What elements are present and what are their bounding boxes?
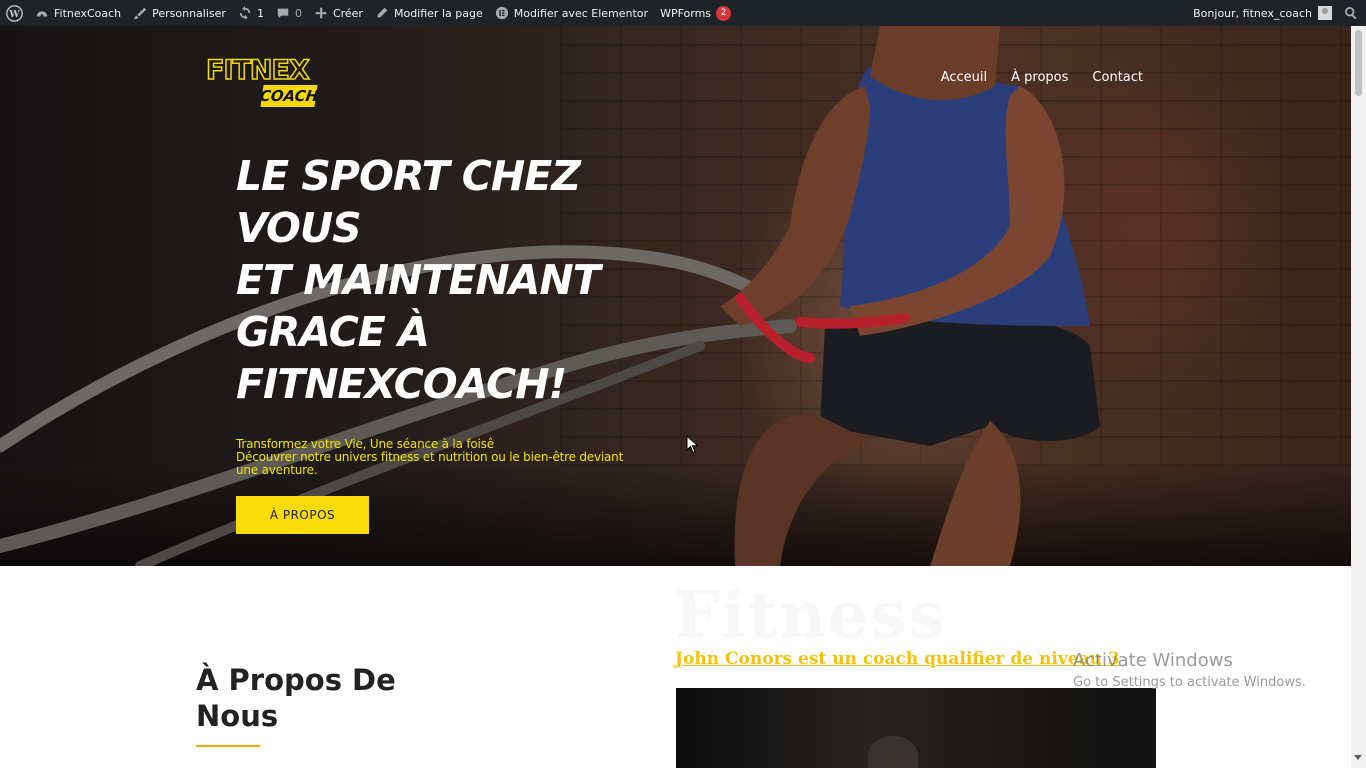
new-content-link[interactable]: Créer bbox=[308, 0, 369, 26]
about-title-line: À Propos De bbox=[196, 663, 396, 697]
tagline-line: une aventure. bbox=[236, 463, 318, 477]
plus-icon bbox=[315, 7, 327, 19]
nav-item-contact[interactable]: Contact bbox=[1092, 70, 1143, 85]
hero-headline: LE SPORT CHEZ VOUS ET MAINTENANT GRACE À… bbox=[236, 150, 656, 410]
main-navigation: Acceuil À propos Contact bbox=[941, 70, 1143, 85]
headline-line: GRACE À bbox=[236, 308, 430, 356]
greeting-label: Bonjour, fitnex_coach bbox=[1193, 6, 1312, 20]
fitnex-coach-logo[interactable]: FITNEX COACH bbox=[204, 54, 320, 111]
scroll-down-arrow-icon[interactable] bbox=[1354, 755, 1362, 760]
a-propos-button[interactable]: À PROPOS bbox=[236, 496, 369, 534]
scrollbar-thumb[interactable] bbox=[1355, 30, 1362, 96]
nav-item-acceuil[interactable]: Acceuil bbox=[941, 70, 987, 85]
page-scrollbar[interactable] bbox=[1351, 26, 1366, 768]
avatar bbox=[1318, 6, 1332, 20]
headline-line: VOUS bbox=[236, 204, 362, 252]
svg-text:W: W bbox=[8, 8, 20, 19]
edit-elementor-label: Modifier avec Elementor bbox=[513, 6, 649, 20]
edit-page-link[interactable]: Modifier la page bbox=[369, 0, 489, 26]
about-title-underline bbox=[196, 745, 260, 747]
wpforms-notification-badge: 2 bbox=[716, 5, 732, 21]
about-title: À Propos De Nous bbox=[196, 662, 456, 734]
brush-icon bbox=[134, 7, 147, 20]
my-account-link[interactable]: Bonjour, fitnex_coach bbox=[1187, 0, 1338, 26]
headline-line: ET MAINTENANT bbox=[236, 256, 601, 304]
hero-tagline: Transformez votre Vie, Une séance à la f… bbox=[236, 438, 626, 477]
edit-page-label: Modifier la page bbox=[393, 6, 483, 20]
comments-link[interactable]: 0 bbox=[270, 0, 308, 26]
elementor-icon bbox=[495, 6, 508, 20]
ghost-background-text: Fitness bbox=[674, 578, 947, 653]
watermark-subtitle: Go to Settings to activate Windows. bbox=[1073, 675, 1306, 690]
site-name: FitnexCoach bbox=[54, 6, 122, 20]
wordpress-icon: W bbox=[6, 4, 23, 22]
updates-count: 1 bbox=[256, 6, 264, 20]
logo-wordmark: FITNEX bbox=[205, 54, 310, 87]
wpforms-link[interactable]: WPForms 2 bbox=[654, 0, 737, 26]
coach-qualification-link[interactable]: John Conors est un coach qualifier de ni… bbox=[675, 649, 1120, 669]
wpforms-label: WPForms bbox=[660, 6, 712, 20]
new-label: Créer bbox=[332, 6, 363, 20]
customize-link[interactable]: Personnaliser bbox=[127, 0, 232, 26]
coach-head-silhouette bbox=[868, 736, 918, 768]
mouse-cursor-icon bbox=[686, 435, 699, 454]
search-icon bbox=[1345, 7, 1357, 20]
hero-section: FITNEX COACH Acceuil À propos Contact LE… bbox=[0, 26, 1351, 566]
wp-admin-bar: W FitnexCoach Personnaliser 1 0 Créer Mo… bbox=[0, 0, 1366, 26]
watermark-title: Activate Windows bbox=[1073, 650, 1233, 671]
customize-label: Personnaliser bbox=[152, 6, 226, 20]
edit-elementor-link[interactable]: Modifier avec Elementor bbox=[489, 0, 654, 26]
headline-line: FITNEXCOACH! bbox=[236, 360, 567, 408]
logo-coach-tag: COACH bbox=[258, 85, 320, 107]
updates-icon bbox=[239, 6, 251, 20]
athlete-battle-ropes-image bbox=[0, 26, 1100, 566]
updates-link[interactable]: 1 bbox=[232, 0, 270, 26]
admin-search-button[interactable] bbox=[1338, 0, 1366, 26]
dashboard-icon bbox=[36, 11, 48, 18]
coach-photo bbox=[676, 688, 1156, 768]
comments-count: 0 bbox=[294, 6, 302, 20]
wordpress-logo-button[interactable]: W bbox=[0, 0, 29, 26]
activate-windows-watermark: Activate Windows Go to Settings to activ… bbox=[1073, 650, 1306, 690]
comment-icon bbox=[277, 8, 289, 19]
nav-item-a-propos[interactable]: À propos bbox=[1011, 70, 1068, 85]
about-title-line: Nous bbox=[196, 699, 279, 733]
site-name-link[interactable]: FitnexCoach bbox=[29, 0, 127, 26]
headline-line: LE SPORT CHEZ bbox=[236, 152, 581, 200]
pencil-icon bbox=[377, 7, 388, 18]
